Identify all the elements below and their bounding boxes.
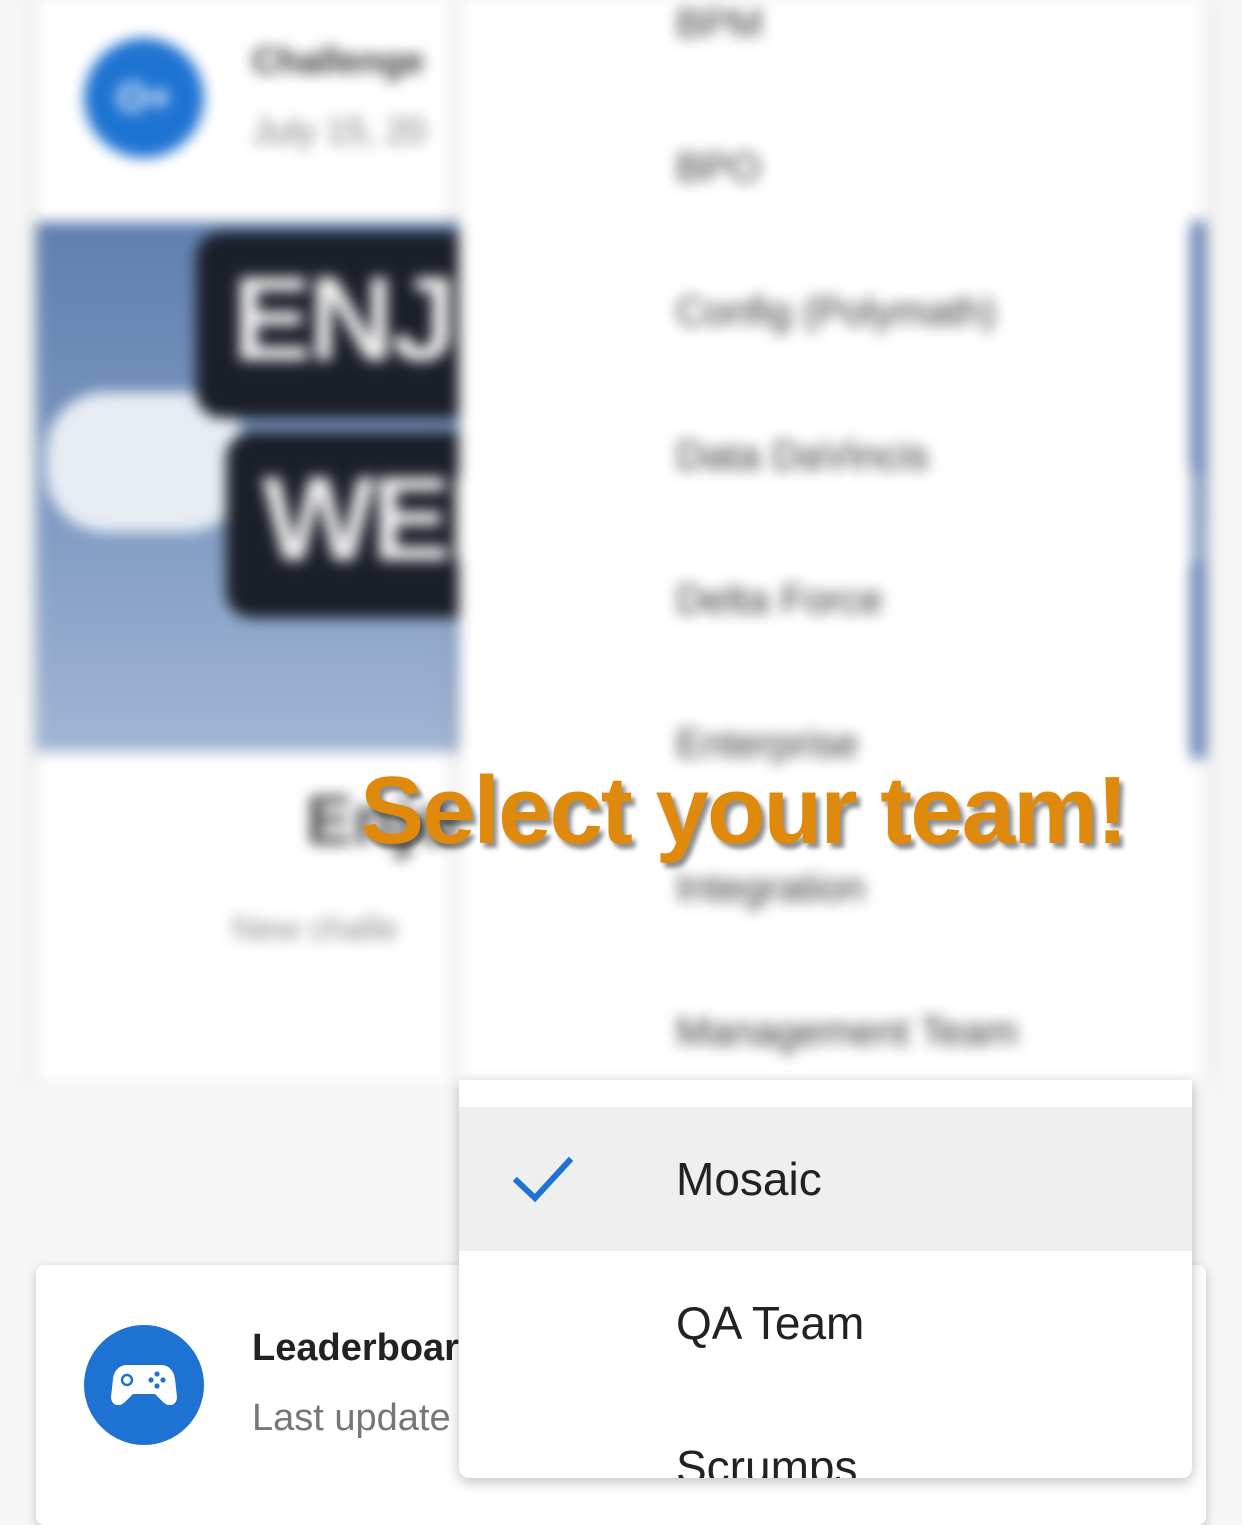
challenge-subtitle: New challe [232, 910, 399, 948]
checkmark-icon [513, 1156, 573, 1203]
menu-item-bpo[interactable]: BPO [676, 146, 760, 206]
leaderboard-subtitle: Last update [252, 1397, 451, 1439]
menu-item-scrumps[interactable]: Scrumps [459, 1395, 1192, 1478]
gamepad-icon [111, 1365, 177, 1406]
menu-item-management-team[interactable]: Management Team [676, 1010, 1018, 1070]
blurred-background: O+ Challenge July 15, 20 ENJ WEE Enjo Ne… [0, 0, 1242, 1080]
scrollbar-thumb-lower[interactable] [1190, 560, 1206, 760]
challenge-date: July 15, 20 [252, 110, 427, 151]
menu-item-data-davincis[interactable]: Data DaVincis [676, 434, 929, 494]
menu-item-label-mosaic: Mosaic [676, 1153, 822, 1205]
overlay-instruction-title: Select your team! [360, 757, 1128, 864]
menu-item-qa-team[interactable]: QA Team [459, 1251, 1192, 1395]
team-menu-blurred-part: BPM BPO Config (Polymath) Data DaVincis … [459, 0, 1192, 1080]
team-dropdown-menu[interactable]: Mosaic QA Team Scrumps [459, 1080, 1192, 1478]
menu-item-label-qa-team: QA Team [676, 1297, 865, 1349]
leaderboard-avatar [84, 1325, 204, 1445]
leaderboard-title: Leaderboar [252, 1327, 459, 1369]
menu-item-delta-force[interactable]: Delta Force [676, 578, 883, 638]
challenge-title: Challenge [252, 40, 425, 81]
menu-item-label-scrumps: Scrumps [676, 1441, 858, 1478]
sign-text-top: ENJ [232, 252, 457, 386]
menu-item-mosaic[interactable]: Mosaic [459, 1107, 1192, 1251]
challenge-avatar-initials: O+ [116, 75, 172, 120]
challenge-avatar: O+ [84, 38, 204, 158]
menu-item-config[interactable]: Config (Polymath) [676, 290, 996, 350]
menu-item-integration[interactable]: Integration [676, 866, 865, 926]
menu-item-bpm[interactable]: BPM [676, 2, 763, 62]
scrollbar-thumb-upper[interactable] [1190, 220, 1206, 475]
